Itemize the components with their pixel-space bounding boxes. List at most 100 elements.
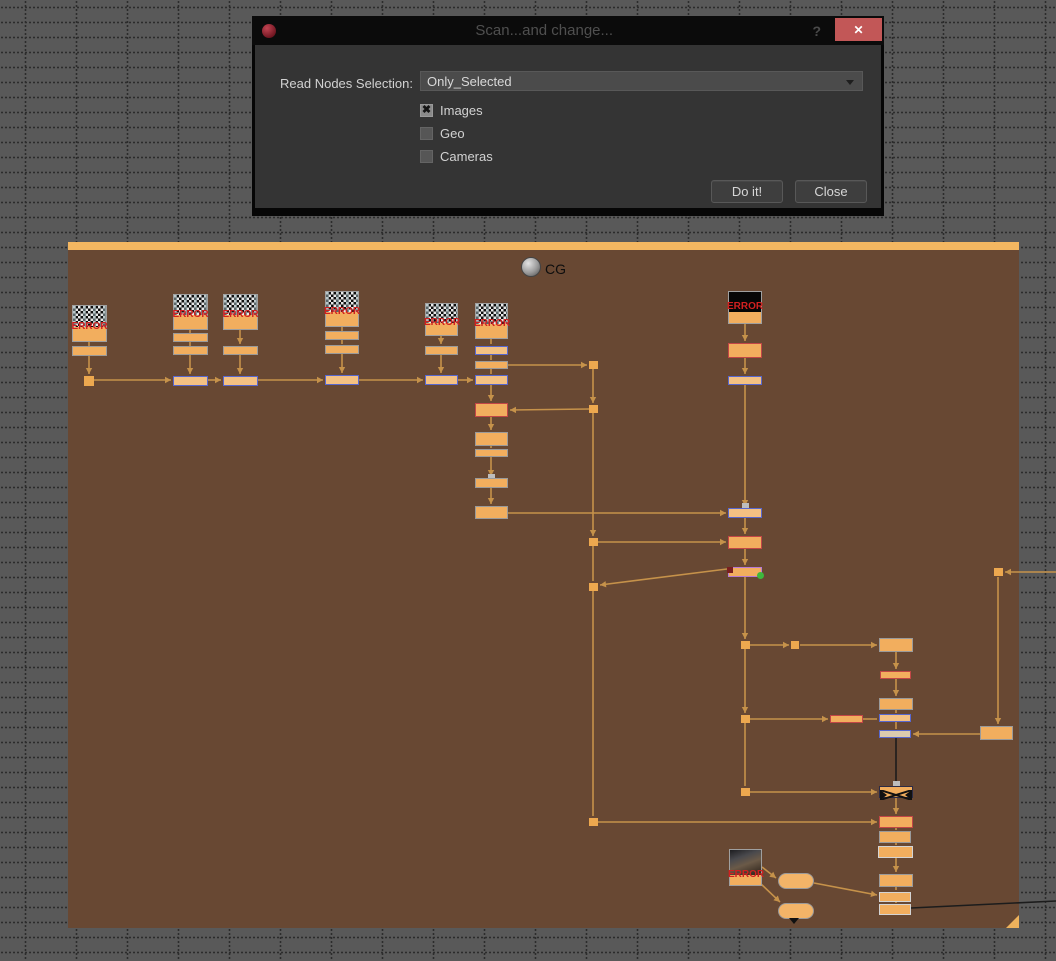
error-label: ERROR [71, 322, 108, 332]
backdrop-resize-handle[interactable] [1006, 915, 1019, 928]
checkbox-row[interactable]: Cameras [420, 145, 493, 168]
dot-node[interactable] [791, 641, 799, 649]
graph-node[interactable] [878, 846, 913, 858]
read-node[interactable]: ERROR [728, 291, 762, 324]
dot-node[interactable] [741, 641, 750, 649]
graph-node[interactable] [425, 375, 458, 385]
graph-node[interactable] [879, 892, 911, 902]
checkbox-row[interactable]: ✖ Images [420, 99, 493, 122]
graph-node[interactable] [223, 346, 258, 355]
checkbox-checked-icon[interactable]: ✖ [420, 104, 433, 117]
scan-and-change-dialog: Scan...and change... ? ✕ Read Nodes Sele… [252, 16, 884, 216]
close-icon[interactable]: ✕ [835, 18, 882, 41]
do-it-button[interactable]: Do it! [711, 180, 783, 203]
graph-node[interactable] [72, 346, 107, 356]
read-nodes-selection-dropdown[interactable]: Only_Selected [420, 71, 863, 91]
read-node[interactable]: ERROR [425, 303, 458, 336]
graph-node[interactable] [879, 638, 913, 652]
graph-node[interactable] [728, 536, 762, 549]
read-node[interactable]: ERROR [173, 294, 208, 330]
error-label: ERROR [172, 310, 209, 320]
sphere-icon [521, 257, 541, 277]
error-label: ERROR [424, 318, 459, 328]
graph-node[interactable] [325, 331, 359, 340]
dot-node[interactable] [994, 568, 1003, 576]
graph-node[interactable] [728, 343, 762, 358]
thumbnail: ERROR [224, 295, 257, 315]
graph-node[interactable] [325, 345, 359, 354]
backdrop-header[interactable] [68, 242, 1019, 250]
dot-node[interactable] [84, 376, 94, 386]
read-node[interactable]: ERROR [72, 305, 107, 342]
chevron-down-icon [846, 80, 854, 85]
dot-node[interactable] [589, 818, 598, 826]
dot-node[interactable] [589, 405, 598, 413]
dot-node[interactable] [741, 715, 750, 723]
graph-node[interactable] [173, 376, 208, 386]
thumbnail: ERROR [326, 292, 358, 312]
graph-node[interactable] [980, 726, 1013, 740]
checkbox-label: Images [440, 103, 483, 118]
graph-node[interactable] [475, 403, 508, 417]
thumbnail: ERROR [426, 304, 457, 323]
connector-square [893, 781, 900, 786]
read-node[interactable]: ERROR [325, 291, 359, 327]
checkbox-icon[interactable] [420, 127, 433, 140]
pill-node[interactable] [778, 903, 814, 919]
bowtie-icon [880, 790, 912, 800]
graph-node[interactable] [879, 816, 913, 828]
graph-node[interactable] [879, 698, 913, 710]
dropdown-value: Only_Selected [427, 74, 512, 89]
checkbox-icon[interactable] [420, 150, 433, 163]
graph-node[interactable] [879, 874, 913, 887]
graph-node[interactable] [830, 715, 863, 723]
graph-node[interactable] [425, 346, 458, 355]
dialog-title: Scan...and change... [276, 22, 812, 39]
thumbnail: ERROR [730, 850, 761, 875]
graph-node[interactable] [325, 375, 359, 385]
graph-node[interactable] [879, 904, 911, 915]
graph-node[interactable] [475, 346, 508, 355]
graph-node[interactable] [475, 432, 508, 446]
pill-node[interactable] [778, 873, 814, 889]
graph-node[interactable] [223, 376, 258, 386]
graph-node[interactable] [879, 831, 911, 843]
graph-node[interactable] [475, 361, 508, 369]
close-dialog-button[interactable]: Close [795, 180, 867, 203]
read-node[interactable]: ERROR [223, 294, 258, 330]
graph-node[interactable] [728, 508, 762, 518]
node-graph-workspace[interactable]: CG ERRORERRORERRORERRORERRORERRORERRORER… [0, 0, 1056, 961]
graph-node[interactable] [173, 333, 208, 342]
error-label: ERROR [324, 307, 360, 317]
graph-node[interactable] [728, 376, 762, 385]
read-node[interactable]: ERROR [475, 303, 508, 339]
help-icon[interactable]: ? [812, 23, 821, 39]
graph-node[interactable] [475, 449, 508, 457]
read-node[interactable]: ERROR [729, 849, 762, 886]
checkbox-label: Geo [440, 126, 465, 141]
checkbox-label: Cameras [440, 149, 493, 164]
graph-node[interactable] [173, 346, 208, 355]
graph-node[interactable] [880, 671, 911, 679]
dot-node[interactable] [589, 361, 598, 369]
graph-node[interactable] [475, 478, 508, 488]
cg-group: CG [521, 257, 566, 277]
dot-node[interactable] [741, 788, 750, 796]
checkbox-row[interactable]: Geo [420, 122, 493, 145]
output-stub-icon [789, 918, 799, 924]
graph-node[interactable] [475, 506, 508, 519]
graph-node[interactable] [879, 714, 911, 722]
backdrop-node[interactable] [68, 242, 1019, 928]
checkbox-group: ✖ Images Geo Cameras [420, 99, 493, 168]
thumbnail: ERROR [476, 304, 507, 324]
dot-node[interactable] [589, 583, 598, 591]
error-label: ERROR [728, 870, 763, 880]
connector-square [727, 567, 733, 573]
dot-node[interactable] [589, 538, 598, 546]
dialog-titlebar[interactable]: Scan...and change... ? ✕ [252, 16, 884, 45]
thumbnail: ERROR [729, 292, 761, 312]
switch-node[interactable] [879, 786, 913, 798]
graph-node[interactable] [879, 730, 911, 738]
read-nodes-selection-label: Read Nodes Selection: [275, 76, 413, 91]
graph-node[interactable] [475, 375, 508, 385]
